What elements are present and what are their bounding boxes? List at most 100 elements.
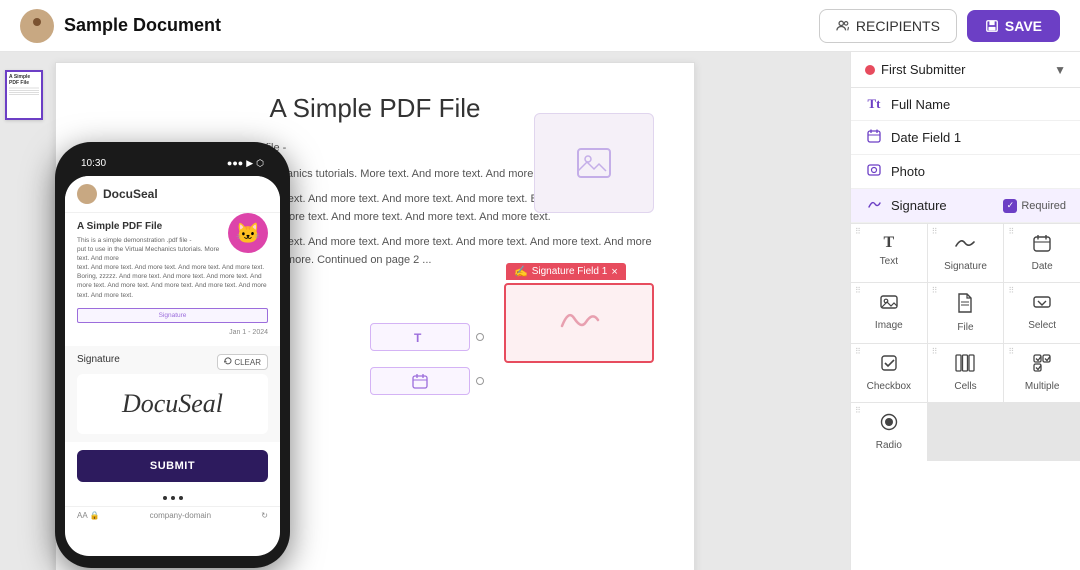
svg-text:T: T xyxy=(414,331,422,345)
field-name-label: Full Name xyxy=(891,97,950,112)
phone-sig-doc-box: Signature xyxy=(77,308,268,323)
phone-date-text: Jan 1 - 2024 xyxy=(65,327,280,338)
phone-clear-button[interactable]: CLEAR xyxy=(217,354,268,370)
phone-frame: 10:30 ●●● ▶ ⬡ DocuSeal 🐱 xyxy=(55,142,290,568)
field-type-file[interactable]: ⠿ File xyxy=(928,283,1004,343)
submitter-name: First Submitter xyxy=(881,62,966,77)
submitter-info: First Submitter xyxy=(865,62,966,77)
submitter-dot xyxy=(865,65,875,75)
select-type-label: Select xyxy=(1028,320,1056,331)
sig-field-close-button[interactable]: × xyxy=(611,266,617,278)
sig-type-label: Signature xyxy=(944,261,987,272)
text-type-label: Text xyxy=(880,256,898,267)
image-type-icon xyxy=(880,293,898,316)
phone-brand: DocuSeal xyxy=(103,187,158,201)
image-icon xyxy=(574,143,614,183)
field-type-date[interactable]: ⠿ Date xyxy=(1004,224,1080,282)
signature-field-label: ✍ Signature Field 1 × xyxy=(506,263,626,280)
radio-type-icon xyxy=(880,413,898,436)
thumbnail-page-1[interactable]: A Simple PDF File xyxy=(5,70,43,120)
dot-3 xyxy=(179,496,183,500)
avatar xyxy=(20,9,54,43)
phone-sig-canvas[interactable]: DocuSeal xyxy=(77,374,268,434)
recipients-button[interactable]: RECIPIENTS xyxy=(819,9,957,43)
field-connector-dot xyxy=(476,333,484,341)
file-type-icon xyxy=(957,293,973,318)
field-type-text[interactable]: ⠿ T Text xyxy=(851,224,927,282)
field-connector-dot-2 xyxy=(476,377,484,385)
app-header: Sample Document RECIPIENTS SAVE xyxy=(0,0,1080,52)
header-right: RECIPIENTS SAVE xyxy=(819,9,1060,43)
phone-avatar xyxy=(77,184,97,204)
canvas-area: A Simple PDF File A Simple PDF File - Th… xyxy=(0,52,850,570)
phone-status-icons: ●●● ▶ ⬡ xyxy=(227,158,264,169)
field-type-multiple[interactable]: ⠿ Multiple xyxy=(1004,344,1080,402)
field-row-date xyxy=(370,367,484,395)
page-title: Sample Document xyxy=(64,15,221,36)
multiple-type-label: Multiple xyxy=(1025,381,1059,392)
required-checkbox[interactable]: ✓ xyxy=(1003,199,1017,213)
phone-status-bar: 10:30 ●●● ▶ ⬡ xyxy=(65,154,280,172)
field-type-checkbox[interactable]: ⠿ Checkbox xyxy=(851,344,927,402)
save-button[interactable]: SAVE xyxy=(967,10,1060,42)
field-type-radio[interactable]: ⠿ Radio xyxy=(851,403,927,461)
phone-sig-label: Signature xyxy=(77,354,120,365)
multiple-type-icon xyxy=(1033,354,1051,377)
radio-type-label: Radio xyxy=(876,440,902,451)
full-name-icon: Tt xyxy=(865,96,883,112)
photo-icon xyxy=(865,163,883,180)
text-type-icon: T xyxy=(883,234,894,252)
text-field-icon: T xyxy=(412,329,428,345)
image-type-label: Image xyxy=(875,320,903,331)
required-label: Required xyxy=(1021,200,1066,212)
field-list: Tt Full Name Date Field 1 xyxy=(851,88,1080,223)
date-field-box[interactable] xyxy=(370,367,470,395)
dot-1 xyxy=(163,496,167,500)
drag-handle: ⠿ xyxy=(855,228,861,236)
recipients-icon xyxy=(836,19,850,33)
phone-cat-image: 🐱 xyxy=(228,213,268,253)
drag-handle: ⠿ xyxy=(932,287,938,295)
image-placeholder xyxy=(534,113,654,213)
field-item-left: Tt Full Name xyxy=(865,96,950,112)
phone-refresh-icon: ↻ xyxy=(261,511,268,520)
phone-submit-button[interactable]: SUBMIT xyxy=(77,450,268,482)
date-type-icon xyxy=(1033,234,1051,257)
save-icon xyxy=(985,19,999,33)
phone-screen: DocuSeal 🐱 A Simple PDF File This is a s… xyxy=(65,176,280,556)
field-type-select[interactable]: ⠿ Select xyxy=(1004,283,1080,343)
form-fields-area: T xyxy=(370,323,484,411)
drag-handle: ⠿ xyxy=(855,287,861,295)
phone-font-size: AA 🔒 xyxy=(77,511,99,520)
signature-field-overlay[interactable]: ✍ Signature Field 1 × xyxy=(504,283,654,363)
field-item-full-name[interactable]: Tt Full Name xyxy=(851,88,1080,121)
main-area: A Simple PDF File A Simple PDF File - Th… xyxy=(0,52,1080,570)
cells-type-label: Cells xyxy=(954,381,976,392)
field-photo-label: Photo xyxy=(891,164,925,179)
phone-signature-section: Signature CLEAR DocuSeal xyxy=(65,346,280,442)
field-type-cells[interactable]: ⠿ Cells xyxy=(928,344,1004,402)
drag-handle: ⠿ xyxy=(1008,348,1014,356)
text-field-box[interactable]: T xyxy=(370,323,470,351)
submitter-dropdown[interactable]: First Submitter ▼ xyxy=(851,52,1080,88)
field-item-date[interactable]: Date Field 1 xyxy=(851,121,1080,155)
phone-time: 10:30 xyxy=(81,158,106,169)
required-badge: ✓ Required xyxy=(1003,199,1066,213)
field-item-signature[interactable]: Signature ✓ Required xyxy=(851,189,1080,223)
select-type-icon xyxy=(1033,293,1051,316)
phone-mockup: 10:30 ●●● ▶ ⬡ DocuSeal 🐱 xyxy=(55,142,290,568)
field-item-photo[interactable]: Photo xyxy=(851,155,1080,189)
drag-handle: ⠿ xyxy=(1008,228,1014,236)
field-type-image[interactable]: ⠿ Image xyxy=(851,283,927,343)
field-signature-label: Signature xyxy=(891,198,947,213)
field-type-grid: ⠿ T Text ⠿ Signature ⠿ Date xyxy=(851,223,1080,461)
cells-type-icon xyxy=(955,354,975,377)
field-type-signature[interactable]: ⠿ Signature xyxy=(928,224,1004,282)
drag-handle: ⠿ xyxy=(932,228,938,236)
phone-bottom-bar: AA 🔒 company-domain ↻ xyxy=(65,506,280,524)
phone-sig-text: DocuSeal xyxy=(122,389,223,419)
drag-handle: ⠿ xyxy=(1008,287,1014,295)
sig-field-body-icon xyxy=(554,302,604,345)
checkbox-type-label: Checkbox xyxy=(867,381,911,392)
drag-handle: ⠿ xyxy=(855,407,861,415)
